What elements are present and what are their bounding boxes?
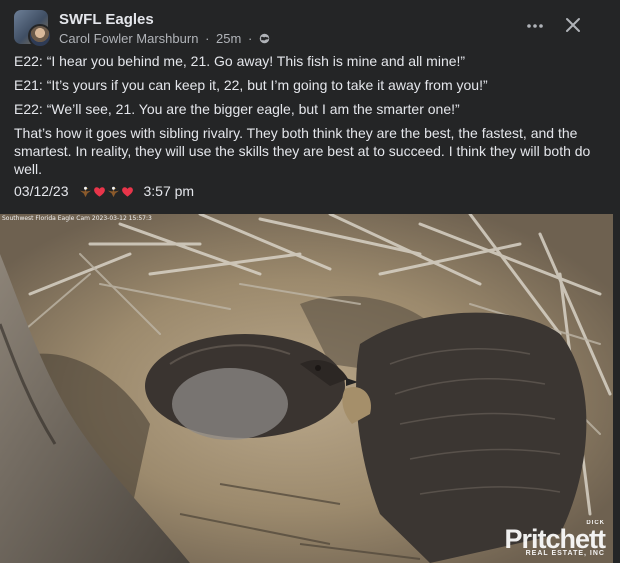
post-photo[interactable]: Southwest Florida Eagle Cam 2023-03-12 1… [0, 214, 613, 563]
watermark-logo: DICK Pritchett REAL ESTATE, INC [504, 520, 606, 557]
heart-icon [93, 186, 105, 197]
post-meta: Carol Fowler Marshburn · 25m · [59, 31, 270, 46]
more-icon [527, 24, 543, 28]
meta-separator-2: · [247, 31, 253, 46]
post-paragraph: E21: “It’s yours if you can keep it, 22,… [14, 77, 488, 93]
camera-caption: Southwest Florida Eagle Cam 2023-03-12 1… [2, 215, 152, 222]
author-name[interactable]: Carol Fowler Marshburn [59, 31, 198, 46]
post-date: 03/12/23 [14, 183, 69, 199]
author-avatar[interactable] [28, 24, 52, 48]
more-options-button[interactable] [522, 14, 548, 38]
globe-icon [259, 33, 270, 44]
post-time-ago[interactable]: 25m [216, 31, 241, 46]
post-paragraph: E22: “I hear you behind me, 21. Go away!… [14, 53, 466, 69]
eagle-icon [79, 186, 91, 197]
watermark-main: Pritchett [504, 524, 606, 554]
heart-icon [121, 186, 133, 197]
post-header: SWFL Eagles Carol Fowler Marshburn · 25m… [14, 10, 606, 48]
close-icon [566, 18, 580, 32]
post-time: 3:57 pm [143, 183, 195, 199]
post-paragraph: E22: “We’ll see, 21. You are the bigger … [14, 101, 460, 117]
post-body: E22: “I hear you behind me, 21. Go away!… [14, 52, 606, 184]
post-date-row: 03/12/23 3:57 pm [14, 183, 194, 199]
emoji-sequence [79, 185, 134, 198]
post-card: SWFL Eagles Carol Fowler Marshburn · 25m… [0, 0, 620, 563]
group-name[interactable]: SWFL Eagles [59, 11, 154, 28]
close-button[interactable] [560, 12, 586, 38]
eagle-icon [107, 186, 119, 197]
post-paragraph: That’s how it goes with sibling rivalry.… [14, 125, 591, 177]
meta-separator: · [205, 31, 210, 46]
eagle-nest-image [0, 214, 613, 563]
